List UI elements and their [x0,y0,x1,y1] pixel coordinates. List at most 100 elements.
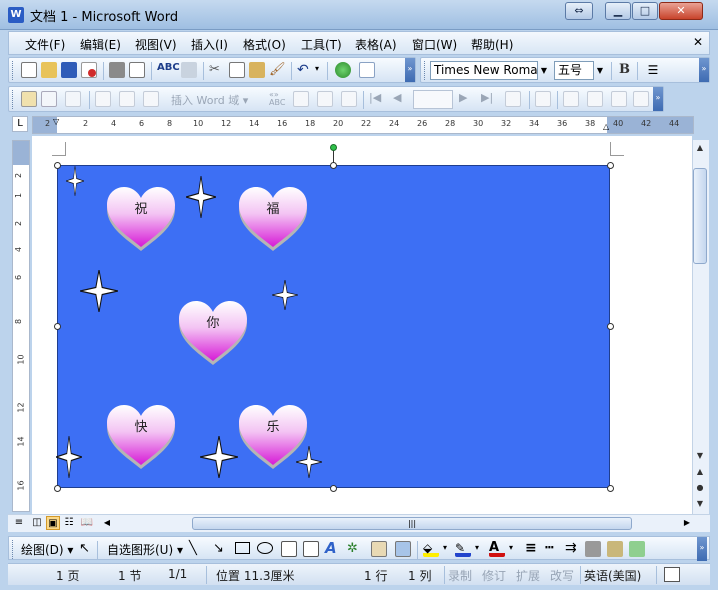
toolbar-grip[interactable] [12,61,15,80]
line-icon[interactable]: ╲ [189,541,197,556]
insert-greeting-icon[interactable] [119,91,135,107]
menu-view[interactable]: 视图(V) [135,36,177,53]
close-window-button[interactable]: ✕ [659,2,703,20]
next-page-icon[interactable]: ▼ [693,498,707,510]
highlight-merge-fields-icon[interactable] [293,91,309,107]
toolbar-grip[interactable] [424,61,427,80]
normal-view-icon[interactable]: ≡ [12,516,26,530]
3d-style-icon[interactable] [607,541,623,557]
star-shape[interactable] [66,166,84,196]
resize-handle-right[interactable] [607,323,614,330]
merge-to-fax-icon[interactable] [633,91,649,107]
line-color-icon[interactable]: ✎ [455,541,471,557]
previous-record-icon[interactable]: ◀ [393,91,409,107]
font-name-dropdown-icon[interactable]: ▼ [538,61,550,80]
scroll-left-icon[interactable]: ◀ [100,516,114,530]
select-objects-icon[interactable]: ↖ [79,541,90,556]
merge-to-email-icon[interactable] [611,91,627,107]
next-record-icon[interactable]: ▶ [459,91,475,107]
open-folder-icon[interactable] [41,62,57,78]
scroll-up-icon[interactable]: ▲ [693,142,707,154]
horizontal-ruler[interactable]: 2 2 4 6 8 10 12 14 16 18 20 22 24 26 28 … [32,116,694,134]
propagate-labels-icon[interactable] [341,91,357,107]
merge-to-printer-icon[interactable] [587,91,603,107]
save-icon[interactable] [61,62,77,78]
open-data-source-icon[interactable] [41,91,57,107]
cut-icon[interactable]: ✂ [209,62,225,78]
3d-color-icon[interactable] [629,541,645,557]
draw-menu-button[interactable]: 绘图(D) ▾ [21,541,73,558]
menu-file[interactable]: 文件(F) [25,36,65,53]
right-indent-marker[interactable]: △ [603,122,609,131]
resize-handle-top-right[interactable] [607,162,614,169]
toolbar-options-icon[interactable]: » [699,58,709,82]
toolbar-grip[interactable] [12,540,15,559]
toolbar-options-icon[interactable]: » [405,58,415,82]
text-box-icon[interactable] [281,541,297,557]
maximize-button[interactable]: □ [632,2,658,20]
rotate-handle[interactable] [330,144,337,151]
view-merged-data-icon[interactable]: «» ABC [269,91,285,107]
align-left-icon[interactable]: ☰ [645,62,661,78]
heart-shape[interactable] [236,185,310,251]
last-record-icon[interactable]: ▶| [481,91,497,107]
star-shape[interactable] [272,280,298,310]
restore-window-button[interactable]: ⇔ [565,2,593,20]
vertical-ruler[interactable]: 2 1 2 4 6 8 10 12 14 16 [12,140,30,512]
font-color-icon[interactable]: A [489,541,505,557]
format-painter-icon[interactable]: 🖌 [269,62,286,78]
previous-page-icon[interactable]: ▲ [693,466,707,478]
resize-handle-bottom[interactable] [330,485,337,492]
autoshapes-menu-button[interactable]: 自选图形(U) ▾ [107,541,183,558]
heart-shape[interactable] [104,403,178,469]
status-overtype[interactable]: 改写 [550,567,574,584]
word-app-icon[interactable]: W [8,7,24,23]
permission-icon[interactable] [81,62,97,78]
status-record-macro[interactable]: 录制 [448,567,472,584]
undo-icon[interactable]: ↶ [297,62,313,78]
main-document-setup-icon[interactable] [21,91,37,107]
print-preview-icon[interactable] [129,62,145,78]
web-layout-view-icon[interactable]: ◫ [30,516,44,530]
shadow-style-icon[interactable] [585,541,601,557]
font-size-dropdown-icon[interactable]: ▼ [594,61,606,80]
print-layout-view-icon[interactable]: ▣ [46,516,60,530]
minimize-button[interactable]: ▁ [605,2,631,20]
scroll-down-icon[interactable]: ▼ [693,450,707,462]
check-errors-icon[interactable] [535,91,551,107]
menu-tools[interactable]: 工具(T) [301,36,342,53]
star-shape[interactable] [200,436,238,478]
recipients-icon[interactable] [65,91,81,107]
oval-icon[interactable] [257,542,273,554]
merge-to-document-icon[interactable] [563,91,579,107]
status-language[interactable]: 英语(美国) [584,567,641,584]
menu-help[interactable]: 帮助(H) [471,36,513,53]
resize-handle-left[interactable] [54,323,61,330]
fill-color-icon[interactable]: ⬙ [423,541,439,557]
wordart-icon[interactable]: A [325,539,337,557]
match-fields-icon[interactable] [317,91,333,107]
fill-color-dropdown-icon[interactable]: ▾ [443,543,447,552]
vertical-text-box-icon[interactable] [303,541,319,557]
copy-icon[interactable] [229,62,245,78]
toolbar-options-icon[interactable]: » [697,537,707,561]
heart-shape[interactable] [176,299,250,365]
menu-edit[interactable]: 编辑(E) [80,36,121,53]
menu-format[interactable]: 格式(O) [243,36,286,53]
find-entry-icon[interactable] [505,91,521,107]
vertical-scroll-thumb[interactable] [693,168,707,264]
font-size-box[interactable]: 五号 [554,61,594,80]
insert-word-field-dropdown[interactable]: 插入 Word 域 ▾ [171,92,248,108]
new-document-icon[interactable] [21,62,37,78]
reading-layout-view-icon[interactable]: 📖 [80,516,94,530]
tab-selector[interactable]: L [12,116,28,132]
menu-insert[interactable]: 插入(I) [191,36,228,53]
status-track-changes[interactable]: 修订 [482,567,506,584]
menu-table[interactable]: 表格(A) [355,36,397,53]
bold-button[interactable]: B [619,62,630,77]
font-color-dropdown-icon[interactable]: ▾ [509,543,513,552]
resize-handle-top-left[interactable] [54,162,61,169]
arrow-style-icon[interactable]: ⇉ [565,540,577,556]
insert-picture-icon[interactable] [395,541,411,557]
close-document-icon[interactable]: ✕ [693,35,703,49]
